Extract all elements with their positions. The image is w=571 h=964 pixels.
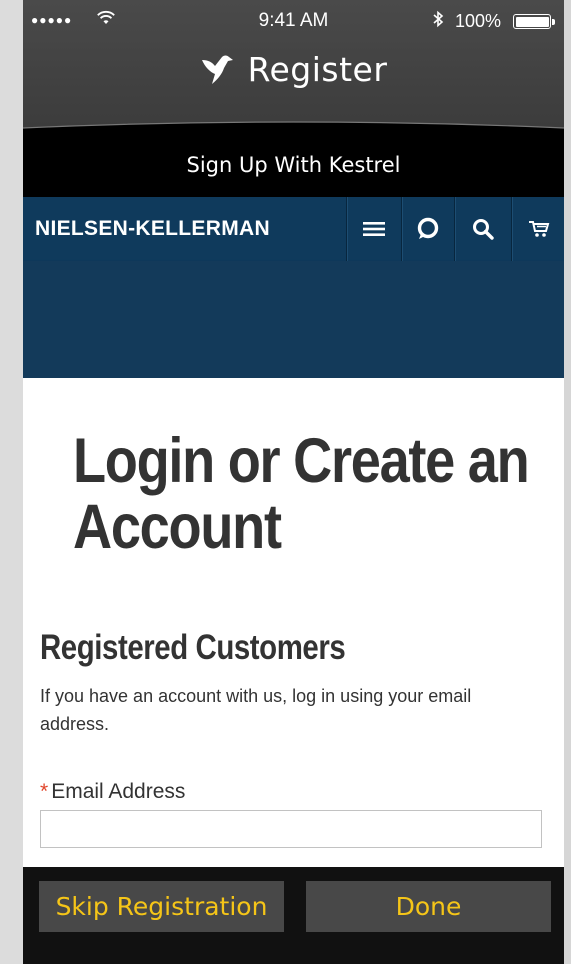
skip-registration-button[interactable]: Skip Registration — [39, 881, 284, 932]
brand-logo[interactable]: NIELSEN-KELLERMAN — [35, 197, 270, 261]
bird-icon — [200, 54, 234, 86]
done-button[interactable]: Done — [306, 881, 551, 932]
frame-edge — [564, 0, 571, 964]
chat-icon — [416, 217, 440, 241]
hero-banner — [23, 261, 564, 378]
cart-icon — [528, 219, 550, 239]
battery-icon — [513, 14, 551, 29]
search-button[interactable] — [454, 197, 511, 261]
email-label-text: Email Address — [51, 780, 186, 803]
bluetooth-icon — [432, 10, 444, 33]
chat-button[interactable] — [401, 197, 454, 261]
register-title-bar: Register — [23, 44, 564, 108]
register-title: Register — [247, 50, 388, 89]
section-description: If you have an account with us, log in u… — [40, 686, 472, 734]
required-marker: * — [40, 780, 49, 803]
email-input[interactable] — [40, 810, 542, 848]
site-nav-bar: NIELSEN-KELLERMAN — [23, 197, 564, 261]
search-icon — [472, 218, 494, 240]
menu-button[interactable] — [346, 197, 401, 261]
battery-percent: 100% — [455, 11, 502, 31]
signup-bar: Sign Up With Kestrel — [23, 130, 564, 197]
cart-button[interactable] — [511, 197, 564, 261]
bottom-action-bar: Skip Registration Done — [23, 867, 564, 964]
app-screen: ●●●●● 9:41 AM 100% Register Sign Up With… — [23, 0, 564, 964]
login-content: Login or Create an Account Registered Cu… — [23, 378, 564, 867]
section-title: Registered Customers — [40, 628, 346, 667]
status-bar: ●●●●● 9:41 AM 100% — [23, 0, 564, 44]
email-label: * Email Address — [40, 780, 185, 804]
app-header: ●●●●● 9:41 AM 100% Register — [23, 0, 564, 128]
battery-tip — [552, 19, 555, 25]
menu-icon — [363, 221, 385, 237]
page-title: Login or Create an Account — [73, 426, 530, 562]
